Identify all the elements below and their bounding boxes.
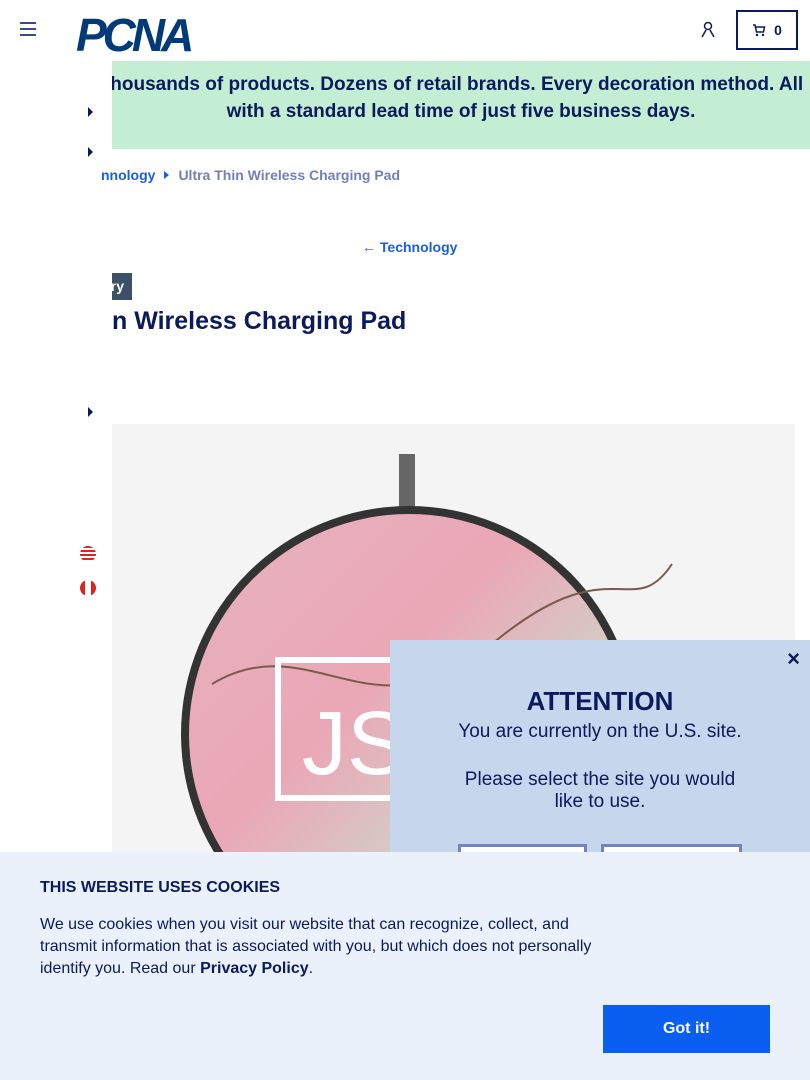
category-tag: ry: [112, 273, 132, 300]
modal-title: ATTENTION: [526, 686, 674, 716]
pcna-logo[interactable]: PCNA: [76, 8, 194, 62]
promo-banner: ' Thousands of products. Dozens of retai…: [112, 61, 810, 149]
breadcrumb-parent-link[interactable]: nnology: [101, 167, 155, 183]
us-flag-icon[interactable]: [80, 546, 96, 562]
breadcrumb-separator-icon: [164, 171, 170, 179]
cart-button[interactable]: 0: [736, 10, 798, 50]
canada-flag-icon[interactable]: [80, 580, 96, 596]
cart-icon: [753, 23, 766, 36]
cookie-body: We use cookies when you visit our websit…: [40, 916, 592, 977]
caret-right-icon[interactable]: [88, 147, 93, 157]
caret-right-icon[interactable]: [88, 407, 93, 417]
caret-right-icon[interactable]: [88, 107, 93, 117]
user-account-icon[interactable]: [700, 21, 716, 39]
banner-line-1: ' Thousands of products. Dozens of retai…: [112, 74, 804, 95]
back-link[interactable]: ← Technology: [362, 239, 457, 255]
banner-line-2: with a standard lead time of just five b…: [226, 101, 696, 122]
privacy-policy-link[interactable]: Privacy Policy: [200, 960, 309, 977]
product-title: n Wireless Charging Pad: [112, 307, 407, 335]
cart-count: 0: [774, 22, 782, 38]
breadcrumb: nnology Ultra Thin Wireless Charging Pad: [101, 167, 400, 183]
back-link-label: Technology: [379, 239, 458, 255]
cookie-text: We use cookies when you visit our websit…: [40, 914, 610, 980]
header: PCNA 0: [0, 0, 810, 62]
breadcrumb-current: Ultra Thin Wireless Charging Pad: [178, 167, 401, 183]
cookie-banner: THIS WEBSITE USES COOKIES We use cookies…: [0, 852, 810, 1080]
arrow-left-icon: ←: [362, 239, 380, 255]
site-selection-modal: × ATTENTION You are currently on the U.S…: [390, 640, 810, 880]
hamburger-menu-icon[interactable]: [20, 22, 36, 40]
cookie-end: .: [308, 960, 314, 977]
modal-current-site: You are currently on the U.S. site.: [458, 721, 742, 742]
modal-instructions: Please select the site you would like to…: [464, 769, 736, 812]
accept-cookies-button[interactable]: Got it!: [603, 1005, 770, 1053]
close-icon[interactable]: ×: [787, 646, 800, 672]
cookie-title: THIS WEBSITE USES COOKIES: [40, 879, 281, 896]
